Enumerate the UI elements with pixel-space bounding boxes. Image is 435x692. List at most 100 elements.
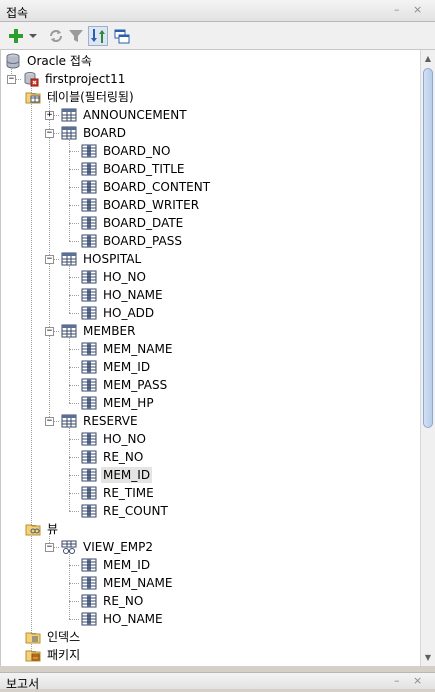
reports-minimize-icon[interactable]: – (394, 675, 400, 687)
column-icon (81, 395, 97, 411)
scroll-down-icon[interactable]: ▼ (421, 650, 435, 665)
tree-item[interactable]: BOARD_PASS (81, 232, 184, 250)
tree-guide-line (69, 385, 79, 386)
tree-guide-line (69, 551, 70, 619)
tree-item[interactable]: 인덱스 (25, 628, 82, 646)
tree-guide-line (69, 151, 79, 152)
tree-item[interactable]: BOARD_NO (81, 142, 172, 160)
connection-icon (23, 71, 39, 87)
tree-item-label: ANNOUNCEMENT (83, 108, 187, 122)
tree-item[interactable]: RE_COUNT (81, 502, 170, 520)
tree-item[interactable]: Oracle 접속 (5, 52, 94, 70)
tree-item[interactable]: 뷰 (25, 520, 60, 538)
tree-guide-line (69, 263, 70, 313)
tree-item[interactable]: MEM_ID (81, 556, 152, 574)
table-icon (61, 323, 77, 339)
tree-item-label: BOARD_WRITER (103, 198, 200, 212)
tree-item[interactable]: MEM_ID (81, 358, 152, 376)
tree-item[interactable]: BOARD_WRITER (81, 196, 201, 214)
tree-item[interactable]: BOARD (61, 124, 128, 142)
tree-item-label: HO_NO (103, 432, 146, 446)
tree-item[interactable]: HO_NO (81, 268, 148, 286)
view-icon (61, 539, 77, 555)
collapse-toggle-icon[interactable]: − (45, 543, 54, 552)
tree-item-label: BOARD_TITLE (103, 162, 185, 176)
tree-item[interactable]: MEM_PASS (81, 376, 169, 394)
column-icon (81, 449, 97, 465)
tree-item[interactable]: BOARD_CONTENT (81, 178, 212, 196)
tree-item[interactable]: MEMBER (61, 322, 137, 340)
tree-item[interactable]: BOARD_DATE (81, 214, 185, 232)
filter-button[interactable] (66, 26, 86, 46)
reports-panel-title: 보고서 (6, 677, 40, 691)
tree-item[interactable]: ANNOUNCEMENT (61, 106, 189, 124)
tree-guide-line (69, 601, 79, 602)
tree-item[interactable]: MEM_ID (81, 466, 153, 484)
tree-item[interactable]: HO_NO (81, 430, 148, 448)
collapse-toggle-icon[interactable]: − (45, 255, 54, 264)
column-icon (81, 179, 97, 195)
dropdown-arrow-icon (28, 28, 38, 44)
tree-guide-line (69, 241, 79, 242)
tree-item[interactable]: 테이블(필터링됨) (25, 88, 136, 106)
minimize-icon[interactable]: – (394, 4, 400, 16)
tree-item[interactable]: HO_NAME (81, 286, 165, 304)
panel-title: 접속 (6, 6, 29, 20)
expand-toggle-icon[interactable]: + (45, 111, 54, 120)
tree-item[interactable]: firstproject11 (23, 70, 127, 88)
schema-browser-button[interactable] (112, 26, 132, 46)
refresh-button[interactable] (46, 26, 66, 46)
tree-item-label: BOARD_PASS (103, 234, 182, 248)
tree-item[interactable]: RE_NO (81, 592, 145, 610)
reports-close-icon[interactable]: × (413, 675, 422, 687)
tree-item-label: firstproject11 (45, 72, 126, 86)
tree-item[interactable]: RE_NO (81, 448, 145, 466)
scroll-thumb[interactable] (423, 68, 433, 428)
column-icon (81, 197, 97, 213)
connections-toolbar (0, 22, 435, 50)
add-dropdown-button[interactable] (28, 26, 38, 46)
tree-guide-line (69, 169, 79, 170)
tree-item-label: 뷰 (47, 522, 59, 536)
close-icon[interactable]: × (413, 4, 422, 16)
tree-guide-line (69, 475, 79, 476)
tree-item-label: MEM_NAME (103, 576, 173, 590)
collapse-toggle-icon[interactable]: − (45, 327, 54, 336)
folder-view-icon (25, 521, 41, 537)
tree-item[interactable]: 패키지 (25, 646, 82, 664)
column-icon (81, 431, 97, 447)
column-icon (81, 467, 97, 483)
tree-guide-line (69, 511, 79, 512)
collapse-toggle-icon[interactable]: − (45, 129, 54, 138)
tree-item[interactable]: HO_NAME (81, 610, 165, 628)
tree-item-label: HO_NAME (103, 612, 163, 626)
add-connection-button[interactable] (6, 26, 26, 46)
sort-button[interactable] (88, 26, 108, 46)
tree-item-label: MEM_HP (103, 396, 154, 410)
tree-guide-line (69, 493, 79, 494)
collapse-toggle-icon[interactable]: − (45, 417, 54, 426)
tree-item-label: Oracle 접속 (27, 54, 92, 68)
column-icon (81, 305, 97, 321)
tree-guide-line (69, 205, 79, 206)
tree-item[interactable]: VIEW_EMP2 (61, 538, 155, 556)
tree-item[interactable]: HO_ADD (81, 304, 156, 322)
column-icon (81, 341, 97, 357)
tree-item[interactable]: RESERVE (61, 412, 140, 430)
tree-item[interactable]: RE_TIME (81, 484, 156, 502)
tree-item[interactable]: BOARD_TITLE (81, 160, 187, 178)
tree-item-label: MEM_ID (103, 558, 151, 572)
column-icon (81, 359, 97, 375)
scroll-up-icon[interactable]: ▲ (421, 51, 435, 66)
tree-item[interactable]: MEM_NAME (81, 574, 174, 592)
tree-item[interactable]: MEM_HP (81, 394, 156, 412)
tree-item-label: MEMBER (83, 324, 136, 338)
vertical-scrollbar[interactable]: ▲ ▼ (420, 50, 435, 666)
tree-item[interactable]: HOSPITAL (61, 250, 143, 268)
connections-tree[interactable]: Oracle 접속 − firstproject11 − 테이블(필터링됨) + ANNOU… (0, 50, 420, 666)
tree-guide-line (69, 187, 79, 188)
collapse-toggle-icon[interactable]: − (7, 75, 16, 84)
connections-panel-header: 접속 – × (0, 0, 435, 22)
tree-item[interactable]: MEM_NAME (81, 340, 174, 358)
column-icon (81, 503, 97, 519)
